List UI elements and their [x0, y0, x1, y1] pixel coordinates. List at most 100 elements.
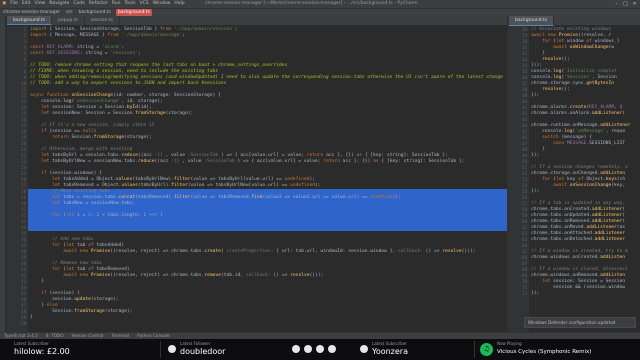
code-line: } — [30, 279, 44, 284]
now-playing-block: ♫ Now Playing Vicious Cycles (Symphonic … — [480, 339, 638, 360]
menu-window[interactable]: Window — [151, 0, 173, 8]
line-number: 40 — [21, 261, 26, 266]
line-number: 63 — [522, 237, 527, 242]
menu-refactor[interactable]: Refactor — [87, 0, 110, 8]
line-number: 30 — [21, 201, 26, 206]
line-number: 28 — [21, 189, 26, 194]
code-editor[interactable]: import { Session, SessionStorage, Sessio… — [28, 26, 507, 332]
breadcrumb-file[interactable]: background.ts — [76, 9, 114, 16]
line-number: 72 — [522, 291, 527, 296]
line-number: 35 — [522, 69, 527, 74]
line-number: 38 — [21, 249, 26, 254]
tab-session-ts[interactable]: session.ts — [85, 16, 121, 25]
menu-file[interactable]: File — [8, 0, 20, 8]
line-number: 31 — [522, 45, 527, 50]
line-number: 39 — [21, 255, 26, 260]
menu-tools[interactable]: Tools — [122, 0, 137, 8]
now-playing-value: Vicious Cycles (Symphonic Remix) — [497, 349, 592, 355]
line-number: 45 — [21, 291, 26, 296]
code-line: await new Promise((resolve, reject) => c… — [63, 273, 324, 278]
menu-edit[interactable]: Edit — [20, 0, 33, 8]
selection-highlight — [28, 225, 507, 231]
stream-divider — [160, 341, 161, 358]
menu-view[interactable]: View — [33, 0, 48, 8]
line-number: 11 — [21, 87, 26, 92]
line-number: 49 — [522, 153, 527, 158]
line-number: 37 — [21, 243, 26, 248]
breadcrumb-src[interactable]: src — [63, 9, 76, 16]
line-number: 29 — [522, 33, 527, 38]
notification-balloon[interactable]: Windows Defender configuration updated — [524, 317, 636, 328]
menu-help[interactable]: Help — [172, 0, 186, 8]
app-icon: ▣ — [2, 1, 7, 6]
right-code-line: case MESSAGE.SESSIONS_LIST — [553, 141, 626, 146]
menu-run[interactable]: Run — [110, 0, 123, 8]
tab-popup-ts[interactable]: popup.ts — [52, 16, 85, 25]
code-line: let sessionNew: Session = Session.fromSt… — [41, 111, 194, 116]
navigation-bar: chrome-session-manager src background.ts… — [0, 8, 640, 16]
line-number: 54 — [522, 183, 527, 188]
breadcrumb-project[interactable]: chrome-session-manager — [0, 9, 63, 16]
right-code-line: }); — [531, 189, 540, 194]
youtube-icon — [304, 345, 312, 353]
line-number: 49 — [21, 315, 26, 320]
code-line: Session.fromStorage(storage); — [30, 309, 133, 314]
menu-code[interactable]: Code — [71, 0, 87, 8]
line-number: 27 — [21, 183, 26, 188]
tab-background-ts[interactable]: background.ts — [7, 16, 53, 25]
line-number: 70 — [522, 279, 527, 284]
line-number: 16 — [21, 117, 26, 122]
latest-subscriber-value: hilolow: £2.00 — [14, 347, 70, 356]
line-number: 36 — [522, 75, 527, 80]
line-number: 43 — [21, 279, 26, 284]
line-number: 1 — [23, 27, 26, 32]
project-tool-strip[interactable] — [0, 16, 6, 334]
line-number: 26 — [21, 177, 26, 182]
line-number: 55 — [522, 189, 527, 194]
right-code-line: session && (session.window — [531, 285, 626, 290]
line-number: 51 — [522, 165, 527, 170]
line-number: 23 — [21, 159, 26, 164]
code-line: // TODO: add a way to export sessions to… — [30, 81, 227, 86]
line-number: 30 — [522, 39, 527, 44]
notification-text: Windows Defender configuration updated — [528, 320, 616, 325]
line-number: 32 — [21, 213, 26, 218]
line-number: 46 — [522, 135, 527, 140]
close-icon[interactable]: ✕ — [630, 0, 639, 8]
latest-follower-label: Latest Follower — [180, 341, 211, 346]
line-number: 67 — [522, 261, 527, 266]
social-icons — [290, 339, 354, 360]
tool-window-bar: TypeScript 3.4.5 6: TODO Version Control… — [0, 332, 640, 339]
line-number: 22 — [21, 153, 26, 158]
tab-background-ts-right[interactable]: background.ts — [509, 16, 555, 26]
line-number: 53 — [522, 177, 527, 182]
line-number: 4 — [23, 45, 26, 50]
twitter-icon — [292, 345, 300, 353]
line-number: 2 — [23, 33, 26, 38]
menu-vcs[interactable]: VCS — [138, 0, 151, 8]
line-number: 59 — [522, 213, 527, 218]
line-number: 41 — [522, 105, 527, 110]
menu-navigate[interactable]: Navigate — [47, 0, 71, 8]
code-line: let tabsByUrlNew = sessionNew.tabs.reduc… — [41, 159, 465, 164]
minimize-icon[interactable]: – — [612, 0, 621, 8]
right-code-editor[interactable]: // Associate existing windows await new P… — [529, 26, 640, 332]
line-number: 20 — [21, 141, 26, 146]
run-config-badge[interactable]: background.ts — [115, 9, 153, 16]
window-title: chrome-session-manager [~/Work/chrome-se… — [205, 1, 418, 6]
line-number: 41 — [21, 267, 26, 272]
line-number: 3 — [23, 39, 26, 44]
right-code-line: }); — [531, 291, 540, 296]
line-number: 29 — [21, 195, 26, 200]
line-number: 25 — [21, 171, 26, 176]
line-number: 39 — [522, 93, 527, 98]
menu-bar: ▣ File Edit View Navigate Code Refactor … — [0, 0, 640, 8]
line-number: 21 — [21, 147, 26, 152]
right-editor-tabs: background.ts — [509, 16, 640, 26]
line-number: 69 — [522, 273, 527, 278]
line-number: 48 — [522, 147, 527, 152]
line-number: 19 — [21, 135, 26, 140]
line-number: 44 — [522, 123, 527, 128]
line-number: 7 — [23, 63, 26, 68]
maximize-icon[interactable]: □ — [621, 0, 630, 8]
